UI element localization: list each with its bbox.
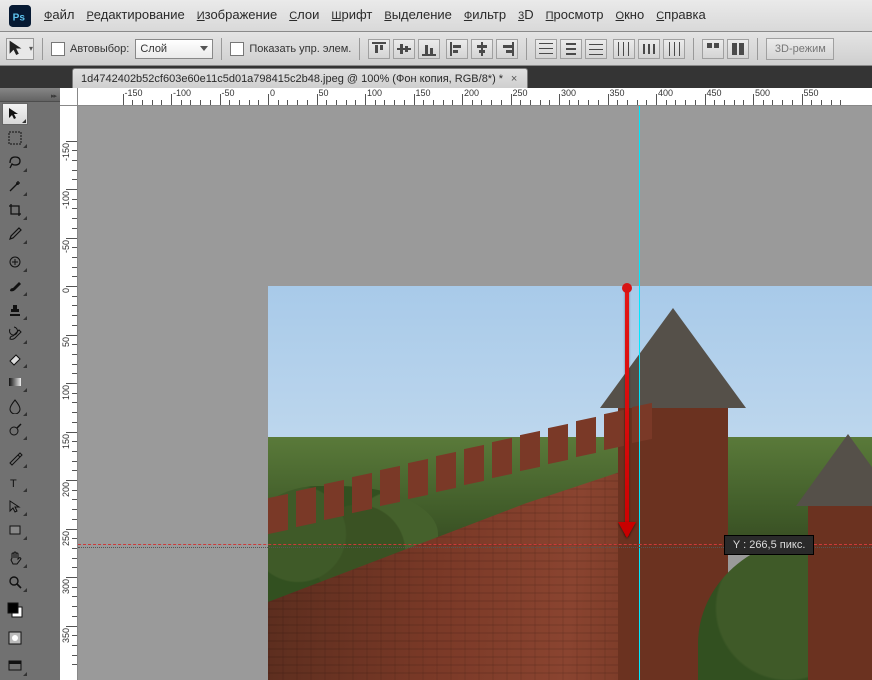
pen-tool[interactable] bbox=[2, 447, 28, 469]
auto-select-checkbox[interactable]: Автовыбор: bbox=[51, 42, 129, 56]
document-tab[interactable]: 1d4742402b52cf603e60e11c5d01a798415c2b48… bbox=[72, 68, 528, 88]
menu-слои[interactable]: Слои bbox=[283, 3, 325, 28]
3d-mode-button[interactable]: 3D-режим bbox=[766, 38, 834, 60]
eyedropper-tool[interactable] bbox=[2, 223, 28, 245]
menu-справка[interactable]: Справка bbox=[650, 3, 712, 28]
dist-hcenter-icon[interactable] bbox=[638, 39, 660, 59]
document-image bbox=[268, 286, 872, 680]
align-vcenter-icon[interactable] bbox=[393, 39, 415, 59]
auto-select-label: Автовыбор: bbox=[70, 43, 129, 55]
menu-файл[interactable]: Файл bbox=[38, 3, 80, 28]
marquee-tool[interactable] bbox=[2, 127, 28, 149]
close-icon[interactable]: × bbox=[509, 74, 519, 84]
divider bbox=[42, 38, 43, 60]
options-bar: ▾ Автовыбор: Слой Показать упр. элем. bbox=[0, 32, 872, 66]
menu-просмотр[interactable]: Просмотр bbox=[540, 3, 610, 28]
dist-vcenter-icon[interactable] bbox=[560, 39, 582, 59]
align-group-1 bbox=[368, 39, 440, 59]
zoom-tool[interactable] bbox=[2, 571, 28, 593]
auto-align-icon[interactable] bbox=[702, 39, 724, 59]
dodge-tool[interactable] bbox=[2, 419, 28, 441]
horizontal-ruler[interactable]: -150-100-5005010015020025030035040045050… bbox=[78, 88, 872, 106]
path-select-tool[interactable] bbox=[2, 495, 28, 517]
auto-align-2-icon[interactable] bbox=[727, 39, 749, 59]
quick-mask[interactable] bbox=[2, 627, 28, 649]
hand-tool[interactable] bbox=[2, 547, 28, 569]
dist-top-icon[interactable] bbox=[535, 39, 557, 59]
canvas-area: -150-100-5005010015020025030035040045050… bbox=[60, 88, 872, 680]
auto-select-target-dropdown[interactable]: Слой bbox=[135, 39, 213, 59]
blur-tool[interactable] bbox=[2, 395, 28, 417]
menu-фильтр[interactable]: Фильтр bbox=[458, 3, 512, 28]
menu-окно[interactable]: Окно bbox=[610, 3, 651, 28]
align-hcenter-icon[interactable] bbox=[471, 39, 493, 59]
move-tool[interactable] bbox=[2, 103, 28, 125]
show-transform-controls-checkbox[interactable]: Показать упр. элем. bbox=[230, 42, 351, 56]
spot-heal-tool[interactable] bbox=[2, 251, 28, 273]
dist-left-icon[interactable] bbox=[613, 39, 635, 59]
auto-select-target-value: Слой bbox=[140, 43, 167, 55]
magic-wand-tool[interactable] bbox=[2, 175, 28, 197]
divider bbox=[359, 38, 360, 60]
vertical-ruler[interactable]: -150-100-50050100150200250300350 bbox=[60, 106, 78, 680]
coordinate-tooltip-text: Y : 266,5 пикс. bbox=[733, 539, 805, 551]
dist-bottom-icon[interactable] bbox=[585, 39, 607, 59]
coordinate-tooltip: Y : 266,5 пикс. bbox=[724, 535, 814, 555]
eraser-tool[interactable] bbox=[2, 347, 28, 369]
menu-3d[interactable]: 3D bbox=[512, 3, 540, 28]
screen-mode[interactable] bbox=[2, 655, 28, 677]
document-tab-strip: 1d4742402b52cf603e60e11c5d01a798415c2b48… bbox=[0, 66, 872, 88]
align-group-2 bbox=[446, 39, 518, 59]
dist-right-icon[interactable] bbox=[663, 39, 685, 59]
active-tool-icon[interactable]: ▾ bbox=[6, 38, 34, 60]
align-right-icon[interactable] bbox=[496, 39, 518, 59]
gradient-tool[interactable] bbox=[2, 371, 28, 393]
3d-mode-label: 3D-режим bbox=[775, 43, 826, 55]
image-tower bbox=[808, 496, 872, 680]
auto-align-group bbox=[702, 39, 749, 59]
menu-редактирование[interactable]: Редактирование bbox=[80, 3, 190, 28]
align-top-icon[interactable] bbox=[368, 39, 390, 59]
divider bbox=[693, 38, 694, 60]
divider bbox=[757, 38, 758, 60]
divider bbox=[221, 38, 222, 60]
distribute-group-2 bbox=[613, 39, 685, 59]
align-left-icon[interactable] bbox=[446, 39, 468, 59]
menu-изображение[interactable]: Изображение bbox=[191, 3, 283, 28]
document-tab-title: 1d4742402b52cf603e60e11c5d01a798415c2b48… bbox=[81, 73, 503, 85]
rectangle-tool[interactable] bbox=[2, 519, 28, 541]
type-tool[interactable]: T bbox=[2, 471, 28, 493]
distribute-group-1 bbox=[535, 39, 607, 59]
canvas[interactable]: Y : 266,5 пикс. bbox=[78, 106, 872, 680]
show-transform-controls-label: Показать упр. элем. bbox=[249, 43, 351, 55]
crop-tool[interactable] bbox=[2, 199, 28, 221]
photoshop-logo: Ps bbox=[6, 4, 34, 28]
stamp-tool[interactable] bbox=[2, 299, 28, 321]
align-bottom-icon[interactable] bbox=[418, 39, 440, 59]
annotation-arrow bbox=[625, 286, 629, 536]
chevron-down-icon bbox=[200, 46, 208, 51]
vertical-guide[interactable] bbox=[639, 106, 640, 680]
menu-bar: Ps ФайлРедактированиеИзображениеСлоиШриф… bbox=[0, 0, 872, 32]
svg-text:T: T bbox=[10, 478, 17, 490]
toolbox-panel: T bbox=[0, 88, 60, 680]
ruler-origin[interactable] bbox=[60, 88, 78, 106]
menu-шрифт[interactable]: Шрифт bbox=[325, 3, 378, 28]
toolbox-collapse-handle[interactable] bbox=[0, 88, 60, 102]
divider bbox=[526, 38, 527, 60]
history-brush-tool[interactable] bbox=[2, 323, 28, 345]
fg-bg-swatch[interactable] bbox=[2, 599, 28, 621]
lasso-tool[interactable] bbox=[2, 151, 28, 173]
svg-text:Ps: Ps bbox=[13, 12, 26, 23]
workspace: T -150-100-50050100150200250300350400450… bbox=[0, 88, 872, 680]
brush-tool[interactable] bbox=[2, 275, 28, 297]
menu-выделение[interactable]: Выделение bbox=[378, 3, 458, 28]
